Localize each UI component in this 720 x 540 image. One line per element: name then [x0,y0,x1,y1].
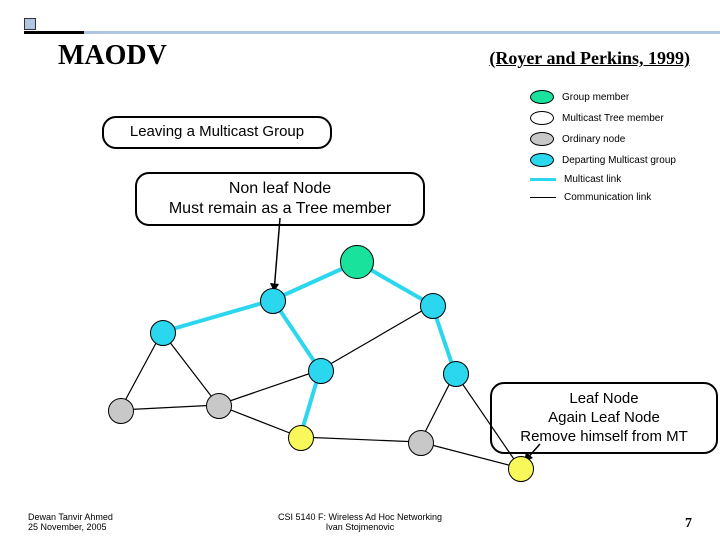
diagram-nodes [0,0,720,540]
node-gray-right [408,430,434,456]
node-yellow-mid [288,425,314,451]
node-gray-midleft [206,393,232,419]
footer-course-line1: CSI 5140 F: Wireless Ad Hoc Networking [0,512,720,522]
footer-course: CSI 5140 F: Wireless Ad Hoc Networking I… [0,512,720,532]
node-departing [260,288,286,314]
footer-course-line2: Ivan Stojmenovic [0,522,720,532]
node-leader [340,245,374,279]
footer: Dewan Tanvir Ahmed 25 November, 2005 CSI… [0,512,720,532]
node-cyan-mid [308,358,334,384]
node-cyan-left [150,320,176,346]
node-cyan-rightlow [443,361,469,387]
node-gray-lowleft [108,398,134,424]
node-yellow-right [508,456,534,482]
node-cyan-right [420,293,446,319]
